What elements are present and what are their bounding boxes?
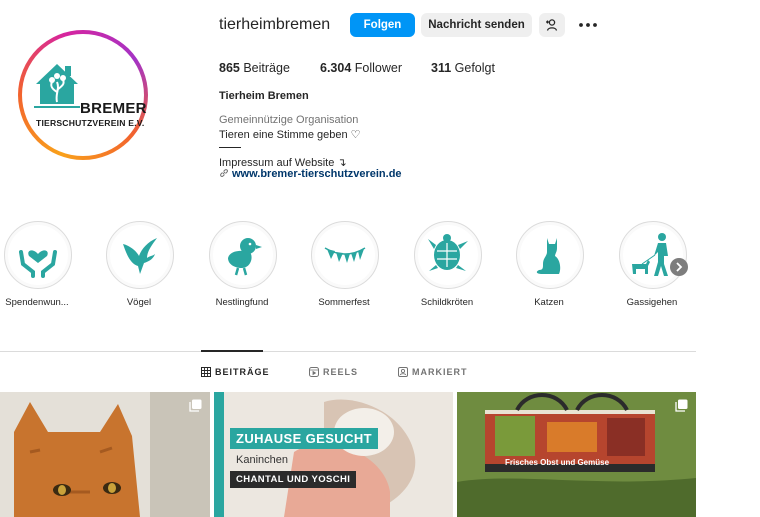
heart-hands-icon [19, 250, 57, 278]
highlight-label: Spendenwun... [5, 297, 69, 308]
bio-name: Tierheim Bremen [219, 90, 309, 102]
highlight-cover [213, 225, 273, 285]
tab-reels[interactable]: REELS [309, 367, 358, 377]
bunting-icon [324, 247, 366, 263]
highlight-voegel[interactable] [106, 221, 174, 289]
tab-label: MARKIERT [412, 367, 468, 377]
suggested-accounts-button[interactable] [539, 13, 565, 37]
highlight-schildkroeten[interactable] [414, 221, 482, 289]
tab-label: REELS [323, 367, 359, 377]
highlights-next-button[interactable] [670, 258, 688, 276]
post-headline: ZUHAUSE GESUCHT [230, 428, 379, 449]
post-zuhause-gesucht[interactable]: ZUHAUSE GESUCHT Kaninchen CHANTAL UND YO… [214, 392, 453, 517]
bio-website-link[interactable]: www.bremer-tierschutzverein.de [219, 168, 402, 180]
logo-line2: TIERSCHUTZVEREIN E.V. [36, 118, 145, 128]
highlight-spendenwunsch[interactable] [4, 221, 72, 289]
post-subtitle: Kaninchen [236, 454, 288, 466]
following-label: Gefolgt [454, 61, 495, 75]
post-names: CHANTAL UND YOSCHI [230, 471, 357, 488]
chick-icon [228, 238, 262, 276]
more-dots-icon [579, 23, 597, 27]
highlight-cover [418, 225, 478, 285]
bag-print-text: Frisches Obst und Gemüse [505, 458, 610, 467]
followers-label: Follower [354, 61, 403, 75]
following-stat[interactable]: 311 Gefolgt [431, 61, 495, 75]
chevron-right-icon [676, 262, 683, 272]
post-cat[interactable] [0, 392, 210, 517]
tab-markiert[interactable]: MARKIERT [398, 367, 468, 377]
bio-category: Gemeinnützige Organisation [219, 114, 359, 126]
highlight-cover [623, 225, 683, 285]
grocery-bag-photo [457, 392, 696, 517]
profile-username: tierheimbremen [219, 16, 331, 33]
more-options-button[interactable] [577, 13, 599, 37]
bird-icon [123, 238, 157, 274]
following-count: 311 [431, 61, 452, 75]
posts-count: 865 [219, 61, 240, 75]
post-tasche[interactable]: Frisches Obst und Gemüse [457, 392, 696, 517]
highlight-sommerfest[interactable] [311, 221, 379, 289]
multiple-photos-icon [189, 399, 202, 412]
highlight-label: Sommerfest [318, 297, 370, 308]
bio-divider [219, 147, 241, 148]
highlight-label: Schildkröten [420, 297, 474, 308]
highlight-nestlingfund[interactable] [209, 221, 277, 289]
bio-line-1: Tieren eine Stimme geben ♡ [219, 129, 361, 141]
link-icon [220, 169, 228, 177]
posts-stat: 865 Beiträge [219, 61, 290, 75]
turtle-icon [428, 234, 468, 271]
grid-icon [201, 367, 211, 377]
highlight-label: Vögel [126, 297, 152, 308]
profile-avatar[interactable]: BREMER TIERSCHUTZVEREIN E.V. [18, 30, 148, 160]
followers-stat[interactable]: 6.304 Follower [320, 61, 402, 75]
tab-label: BEITRÄGE [215, 367, 270, 377]
reels-icon [309, 367, 319, 377]
tab-beitraege[interactable]: BEITRÄGE [201, 367, 270, 377]
highlight-cover [315, 225, 375, 285]
highlight-cover [520, 225, 580, 285]
send-message-button[interactable]: Nachricht senden [421, 13, 532, 37]
tabs-divider [0, 351, 696, 352]
cat-icon [536, 238, 561, 274]
logo-line1: BREMER [80, 100, 147, 117]
highlight-label: Nestlingfund [215, 297, 269, 308]
house-tree-logo-icon [34, 64, 80, 108]
avatar-logo: BREMER TIERSCHUTZVEREIN E.V. [22, 34, 147, 156]
highlight-label: Katzen [534, 297, 564, 308]
highlight-cover [8, 225, 68, 285]
highlight-katzen[interactable] [516, 221, 584, 289]
bio-link-text: www.bremer-tierschutzverein.de [232, 168, 402, 180]
orange-cat-photo [0, 392, 210, 517]
follow-button[interactable]: Folgen [350, 13, 415, 37]
tagged-icon [398, 367, 408, 377]
active-tab-indicator [201, 350, 263, 352]
highlight-label: Gassigehen [626, 297, 678, 308]
posts-label: Beiträge [243, 61, 290, 75]
multiple-photos-icon [675, 399, 688, 412]
highlight-cover [110, 225, 170, 285]
add-person-icon [546, 19, 558, 31]
highlight-gassigehen[interactable] [619, 221, 687, 289]
followers-count: 6.304 [320, 61, 352, 75]
